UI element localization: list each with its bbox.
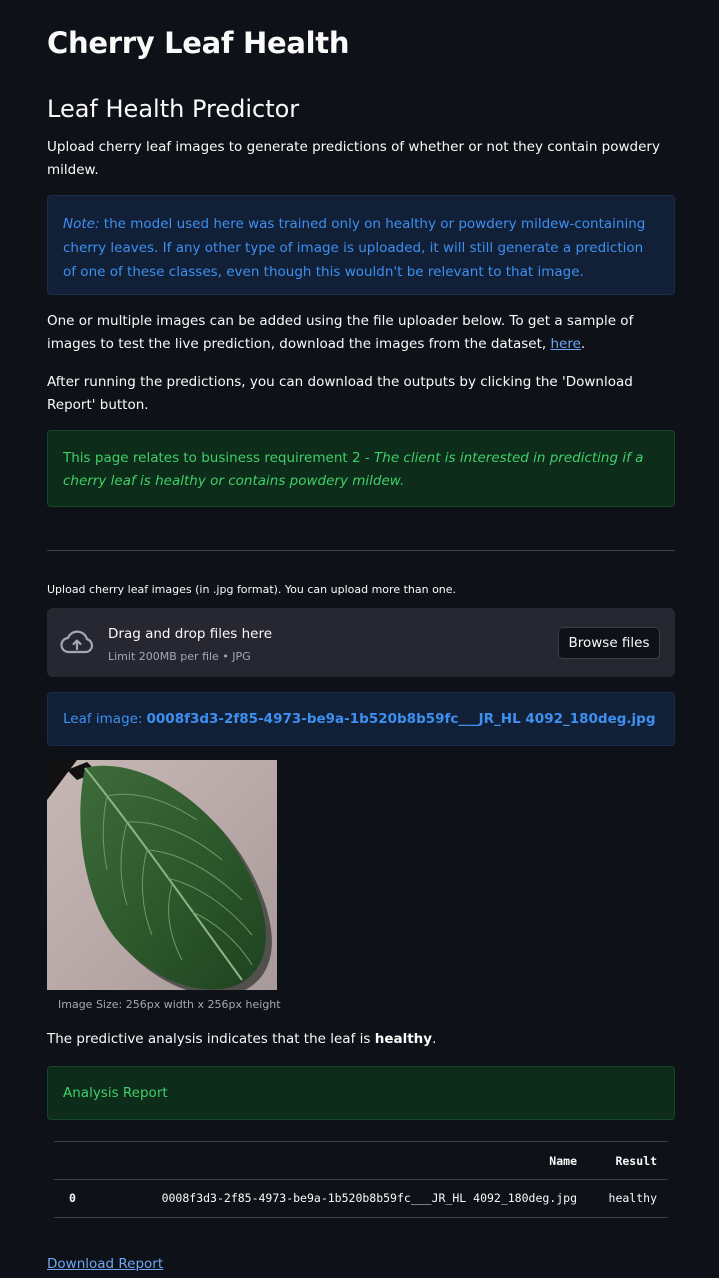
prediction-statement: The predictive analysis indicates that t… [47,1031,436,1047]
download-report-link[interactable]: Download Report [47,1256,163,1272]
app-title: Cherry Leaf Health [47,26,350,60]
download-instructions: After running the predictions, you can d… [47,374,633,413]
results-table: Name Result 0 0008f3d3-2f85-4973-be9a-1b… [54,1141,668,1219]
prediction-suffix: . [432,1031,437,1047]
file-info-label: Leaf image: [63,711,143,727]
uploader-label: Upload cherry leaf images (in .jpg forma… [47,583,457,596]
business-requirement-alert: This page relates to business requiremen… [47,430,675,507]
uploader-instructions-suffix: . [580,336,586,352]
analysis-report-alert: Analysis Report [47,1066,675,1120]
table-header-border [54,1179,668,1180]
table-bottom-border [54,1217,668,1218]
file-info-filename: 0008f3d3-2f85-4973-be9a-1b520b8b59fc___J… [146,711,656,727]
business-req-prefix: This page relates to business requiremen… [63,450,375,466]
dropzone-title: Drag and drop files here [108,626,273,642]
note-text: the model used here was trained only on … [63,216,646,280]
file-info-alert: Leaf image: 0008f3d3-2f85-4973-be9a-1b520… [47,692,675,746]
table-header-result: Result [615,1154,657,1168]
table-header-name: Name [549,1154,577,1168]
cloud-upload-icon [60,630,94,654]
dropzone-limit: Limit 200MB per file • JPG [108,650,251,663]
note-label: Note: [63,216,100,232]
table-cell-result: healthy [608,1191,657,1205]
intro-text: Upload cherry leaf images to generate pr… [47,139,660,178]
dataset-link[interactable]: here [550,336,580,352]
image-caption: Image Size: 256px width x 256px height [58,998,281,1011]
analysis-report-title: Analysis Report [63,1085,168,1101]
uploader-instructions: One or multiple images can be added usin… [47,310,675,356]
main-content: Cherry Leaf Health Leaf Health Predictor… [0,0,719,1278]
table-top-border [54,1141,668,1142]
uploader-instructions-text: One or multiple images can be added usin… [47,313,634,352]
table-cell-name: 0008f3d3-2f85-4973-be9a-1b520b8b59fc___J… [161,1191,577,1205]
model-note-alert: Note: the model used here was trained on… [47,195,675,295]
prediction-prefix: The predictive analysis indicates that t… [47,1031,375,1047]
prediction-result: healthy [374,1031,433,1047]
browse-files-button[interactable]: Browse files [558,627,660,659]
divider [47,550,675,551]
page-title: Leaf Health Predictor [47,95,300,123]
leaf-image [47,760,277,990]
table-cell-index: 0 [69,1191,76,1205]
